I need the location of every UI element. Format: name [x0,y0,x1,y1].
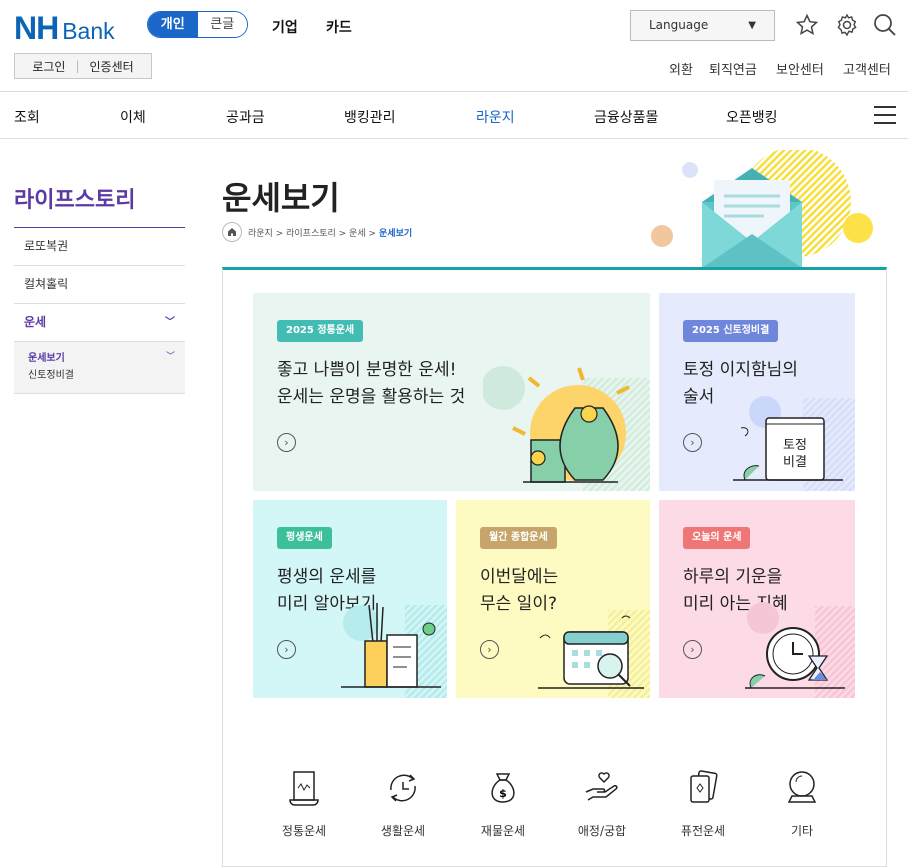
money-bag-illustration [483,366,650,491]
login-divider: | [75,59,80,73]
sidebar-item-culture[interactable]: 컬쳐홀릭 [14,266,185,304]
card-text: 좋고 나쁨이 분명한 운세! 운세는 운명을 활용하는 것 [277,360,466,407]
sidebar-item-lotto[interactable]: 로또복권 [14,228,185,266]
card-tag: 2025 신토정비결 [683,320,779,342]
logo-nh: NH [14,10,59,46]
language-label: Language [649,18,709,32]
sidebar-item-fortune[interactable]: 운세 ﹀ [14,304,185,342]
gnb-transfer[interactable]: 이체 [120,107,146,127]
card-2025-fortune[interactable]: 2025 정통운세 좋고 나쁨이 분명한 운세! 운세는 운명을 활용하는 것 … [253,293,650,491]
link-customer[interactable]: 고객센터 [843,59,891,78]
cert-center-button[interactable]: 인증센터 [90,58,134,75]
chevron-right-icon[interactable]: › [277,433,296,452]
nh-bank-logo[interactable]: NH Bank [14,10,115,47]
category-label: 재물운세 [480,824,526,838]
login-button[interactable]: 로그인 [32,58,65,75]
nav-corporate[interactable]: 기업 [272,17,298,37]
category-fusion[interactable]: 퓨전운세 [668,768,738,839]
card-tag: 오늘의 운세 [683,527,751,549]
money-bag-icon: $ [491,773,515,803]
sidebar-item-label: 컬쳐홀릭 [24,277,69,291]
gnb-inquiry[interactable]: 조회 [14,107,40,127]
sidebar-submenu: 운세보기 ﹀ 신토정비결 [14,342,185,394]
breadcrumb-current: 운세보기 [379,228,413,239]
star-icon[interactable] [795,13,819,37]
sidebar-item-label: 로또복권 [24,239,69,253]
link-fx[interactable]: 외환 [669,59,693,78]
sidebar: 라이프스토리 로또복권 컬쳐홀릭 운세 ﹀ 운세보기 ﹀ 신토정비결 [14,182,185,394]
sidebar-title: 라이프스토리 [14,182,185,228]
gnb-open-banking[interactable]: 오픈뱅킹 [726,107,778,127]
gnb-utility[interactable]: 공과금 [226,107,265,127]
category-traditional[interactable]: 정통운세 [269,768,339,839]
sidebar-sub-fortune-view[interactable]: 운세보기 [28,349,171,366]
sidebar-sub-tojeong[interactable]: 신토정비결 [28,366,171,383]
chevron-right-icon[interactable]: › [480,640,499,659]
mode-toggle: 개인 큰글 [147,11,248,38]
chevron-right-icon[interactable]: › [683,640,702,659]
cycle-icon [390,774,416,802]
chevron-down-icon: ﹀ [165,317,175,328]
breadcrumb-path: 라운지 > 라이프스토리 > 운세 > [248,228,377,239]
category-etc[interactable]: 기타 [767,768,837,839]
card-tag: 평생운세 [277,527,332,549]
gnb-products[interactable]: 금융상품몰 [594,107,658,127]
breadcrumb: 라운지 > 라이프스토리 > 운세 > 운세보기 [222,222,412,242]
svg-text:$: $ [499,787,507,800]
chevron-right-icon[interactable]: › [683,433,702,452]
chevron-down-icon: ﹀ [165,352,175,362]
search-icon[interactable] [873,13,897,37]
category-label: 애정/궁합 [577,824,627,838]
home-icon[interactable] [222,222,242,242]
card-monthly-fortune[interactable]: 월간 종합운세 이번달에는 무슨 일이? › [456,500,650,698]
category-label: 기타 [790,824,814,838]
card-tag: 월간 종합운세 [480,527,557,549]
language-select[interactable]: Language ▼ [630,10,775,41]
cards-icon [690,770,718,803]
card-lifetime-fortune[interactable]: 평생운세 평생의 운세를 미리 알아보기 › [253,500,447,698]
book-label: 토정 비결 [783,438,807,470]
pencil-cup-illustration [341,603,447,698]
category-label: 퓨전운세 [680,824,726,838]
gnb-banking-mgmt[interactable]: 뱅킹관리 [344,107,396,127]
chevron-right-icon[interactable]: › [277,640,296,659]
crystal-ball-icon [787,771,817,803]
card-today-fortune[interactable]: 오늘의 운세 하루의 기운을 미리 아는 지혜 › [659,500,855,698]
calendar-illustration [538,610,650,698]
category-love[interactable]: 애정/궁합 [567,768,637,839]
scroll-icon [289,771,319,806]
hamburger-menu-icon[interactable] [874,106,896,124]
caret-down-icon: ▼ [748,20,756,31]
gear-icon[interactable] [835,13,859,37]
sidebar-item-label: 운세 [24,315,47,329]
clock-illustration [745,602,855,698]
logo-bank: Bank [62,18,115,44]
header: NH Bank 개인 큰글 기업 카드 Language ▼ 로그인 | 인증센… [0,0,908,92]
gnb-lounge[interactable]: 라운지 [476,107,515,127]
category-life[interactable]: 생활운세 [368,768,438,839]
main-nav: 조회 이체 공과금 뱅킹관리 라운지 금융상품몰 오픈뱅킹 [0,93,908,139]
page-title: 운세보기 [222,179,340,217]
personal-toggle[interactable]: 개인 [148,12,198,37]
envelope-illustration [651,150,873,268]
link-pension[interactable]: 퇴직연금 [709,59,757,78]
category-label: 생활운세 [380,824,426,838]
card-2025-tojeong[interactable]: 2025 신토정비결 토정 이지함님의 술서 › 토정 비결 [659,293,855,491]
category-wealth[interactable]: $ 재물운세 [468,768,538,839]
heart-hand-icon [585,772,618,801]
card-tag: 2025 정통운세 [277,320,364,342]
link-security[interactable]: 보안센터 [776,59,824,78]
nav-card[interactable]: 카드 [326,17,352,37]
category-label: 정통운세 [281,824,327,838]
login-box: 로그인 | 인증센터 [14,53,152,79]
large-text-toggle[interactable]: 큰글 [197,12,247,37]
